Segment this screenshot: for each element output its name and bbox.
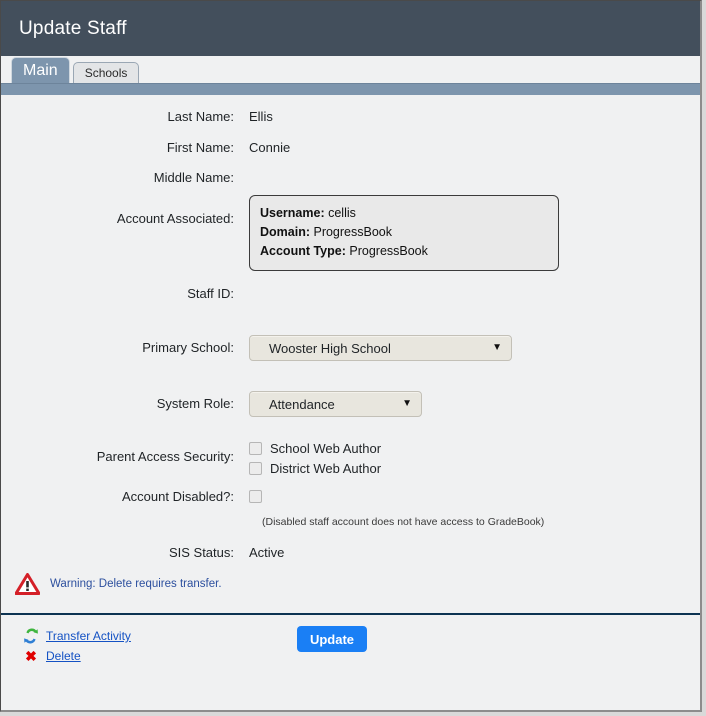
field-primary-school: Primary School: Wooster High School ▼ bbox=[1, 335, 512, 361]
update-button[interactable]: Update bbox=[297, 626, 367, 652]
last-name-value: Ellis bbox=[249, 109, 273, 124]
window-titlebar: Update Staff bbox=[1, 1, 700, 56]
warning-triangle-icon bbox=[15, 573, 40, 595]
last-name-label: Last Name: bbox=[167, 109, 234, 124]
account-disabled-label: Account Disabled?: bbox=[121, 489, 234, 504]
school-web-author-label: School Web Author bbox=[270, 440, 382, 456]
staff-id-label: Staff ID: bbox=[187, 286, 234, 301]
system-role-select[interactable]: Attendance ▼ bbox=[249, 391, 422, 417]
tab-schools[interactable]: Schools bbox=[72, 62, 140, 83]
account-domain-line: Domain: ProgressBook bbox=[260, 223, 548, 242]
district-web-author-checkbox[interactable] bbox=[249, 461, 262, 475]
staff-form: Last Name: Ellis First Name: Connie Midd… bbox=[1, 95, 700, 595]
tab-main[interactable]: Main bbox=[11, 57, 70, 83]
sis-status-label: SIS Status: bbox=[168, 545, 234, 560]
red-x-icon: ✖ bbox=[25, 648, 37, 664]
field-staff-id: Staff ID: bbox=[1, 286, 249, 301]
primary-school-label: Primary School: bbox=[142, 340, 234, 355]
account-type-label: Account Type: bbox=[260, 244, 346, 258]
first-name-value: Connie bbox=[249, 140, 291, 155]
checkbox-row-school-web-author[interactable]: School Web Author bbox=[249, 438, 381, 458]
field-account-associated: Account Associated: Username: cellis Dom… bbox=[1, 195, 559, 271]
warning-text: Warning: Delete requires transfer. bbox=[50, 578, 222, 590]
field-parent-access-security: Parent Access Security: School Web Autho… bbox=[1, 438, 381, 478]
chevron-down-icon: ▼ bbox=[492, 342, 502, 353]
account-disabled-hint: (Disabled staff account does not have ac… bbox=[262, 516, 545, 528]
account-associated-label: Account Associated: bbox=[116, 211, 234, 226]
account-domain-label: Domain: bbox=[260, 225, 310, 239]
update-staff-window: Update Staff Main Schools Last Name: Ell… bbox=[0, 0, 702, 712]
middle-name-label: Middle Name: bbox=[153, 170, 234, 185]
account-domain-value: ProgressBook bbox=[313, 225, 392, 239]
account-type-line: Account Type: ProgressBook bbox=[260, 242, 548, 261]
primary-school-select[interactable]: Wooster High School ▼ bbox=[249, 335, 512, 361]
school-web-author-checkbox[interactable] bbox=[249, 441, 262, 455]
first-name-label: First Name: bbox=[166, 140, 234, 155]
account-type-value: ProgressBook bbox=[349, 244, 428, 258]
primary-school-selected-value: Wooster High School bbox=[269, 340, 391, 356]
field-sis-status: SIS Status: Active bbox=[1, 545, 284, 560]
page-title: Update Staff bbox=[19, 17, 127, 39]
field-system-role: System Role: Attendance ▼ bbox=[1, 391, 422, 417]
checkbox-row-district-web-author[interactable]: District Web Author bbox=[249, 458, 381, 478]
district-web-author-label: District Web Author bbox=[270, 460, 382, 476]
transfer-activity-label: Transfer Activity bbox=[46, 629, 131, 643]
account-username-label: Username: bbox=[260, 206, 325, 220]
account-disabled-checkbox[interactable] bbox=[249, 490, 262, 503]
system-role-label: System Role: bbox=[156, 396, 234, 411]
chevron-down-icon: ▼ bbox=[402, 398, 412, 409]
parent-access-security-options: School Web Author District Web Author bbox=[249, 438, 381, 478]
field-first-name: First Name: Connie bbox=[1, 140, 290, 155]
field-middle-name: Middle Name: bbox=[1, 170, 249, 185]
footer-actions: Transfer Activity ✖ Delete Update bbox=[1, 615, 700, 710]
account-username-value: cellis bbox=[328, 206, 356, 220]
tab-main-label: Main bbox=[23, 61, 58, 79]
field-last-name: Last Name: Ellis bbox=[1, 109, 273, 124]
delete-label: Delete bbox=[46, 649, 81, 663]
tab-schools-label: Schools bbox=[84, 66, 128, 80]
system-role-selected-value: Attendance bbox=[269, 396, 335, 412]
delete-link[interactable]: ✖ Delete bbox=[23, 649, 81, 663]
tab-list: Main Schools bbox=[11, 57, 140, 83]
sync-arrows-icon bbox=[24, 628, 38, 644]
tab-underline-bar bbox=[1, 83, 700, 95]
sis-status-value: Active bbox=[249, 545, 285, 560]
account-disabled-hint-row: (Disabled staff account does not have ac… bbox=[262, 516, 544, 528]
delete-warning: Warning: Delete requires transfer. bbox=[15, 573, 222, 595]
tab-strip: Main Schools bbox=[1, 56, 700, 83]
account-username-line: Username: cellis bbox=[260, 204, 548, 223]
account-associated-box: Username: cellis Domain: ProgressBook Ac… bbox=[249, 195, 559, 271]
transfer-activity-link[interactable]: Transfer Activity bbox=[23, 628, 131, 644]
parent-access-security-label: Parent Access Security: bbox=[96, 449, 234, 464]
field-account-disabled: Account Disabled?: bbox=[1, 489, 262, 504]
